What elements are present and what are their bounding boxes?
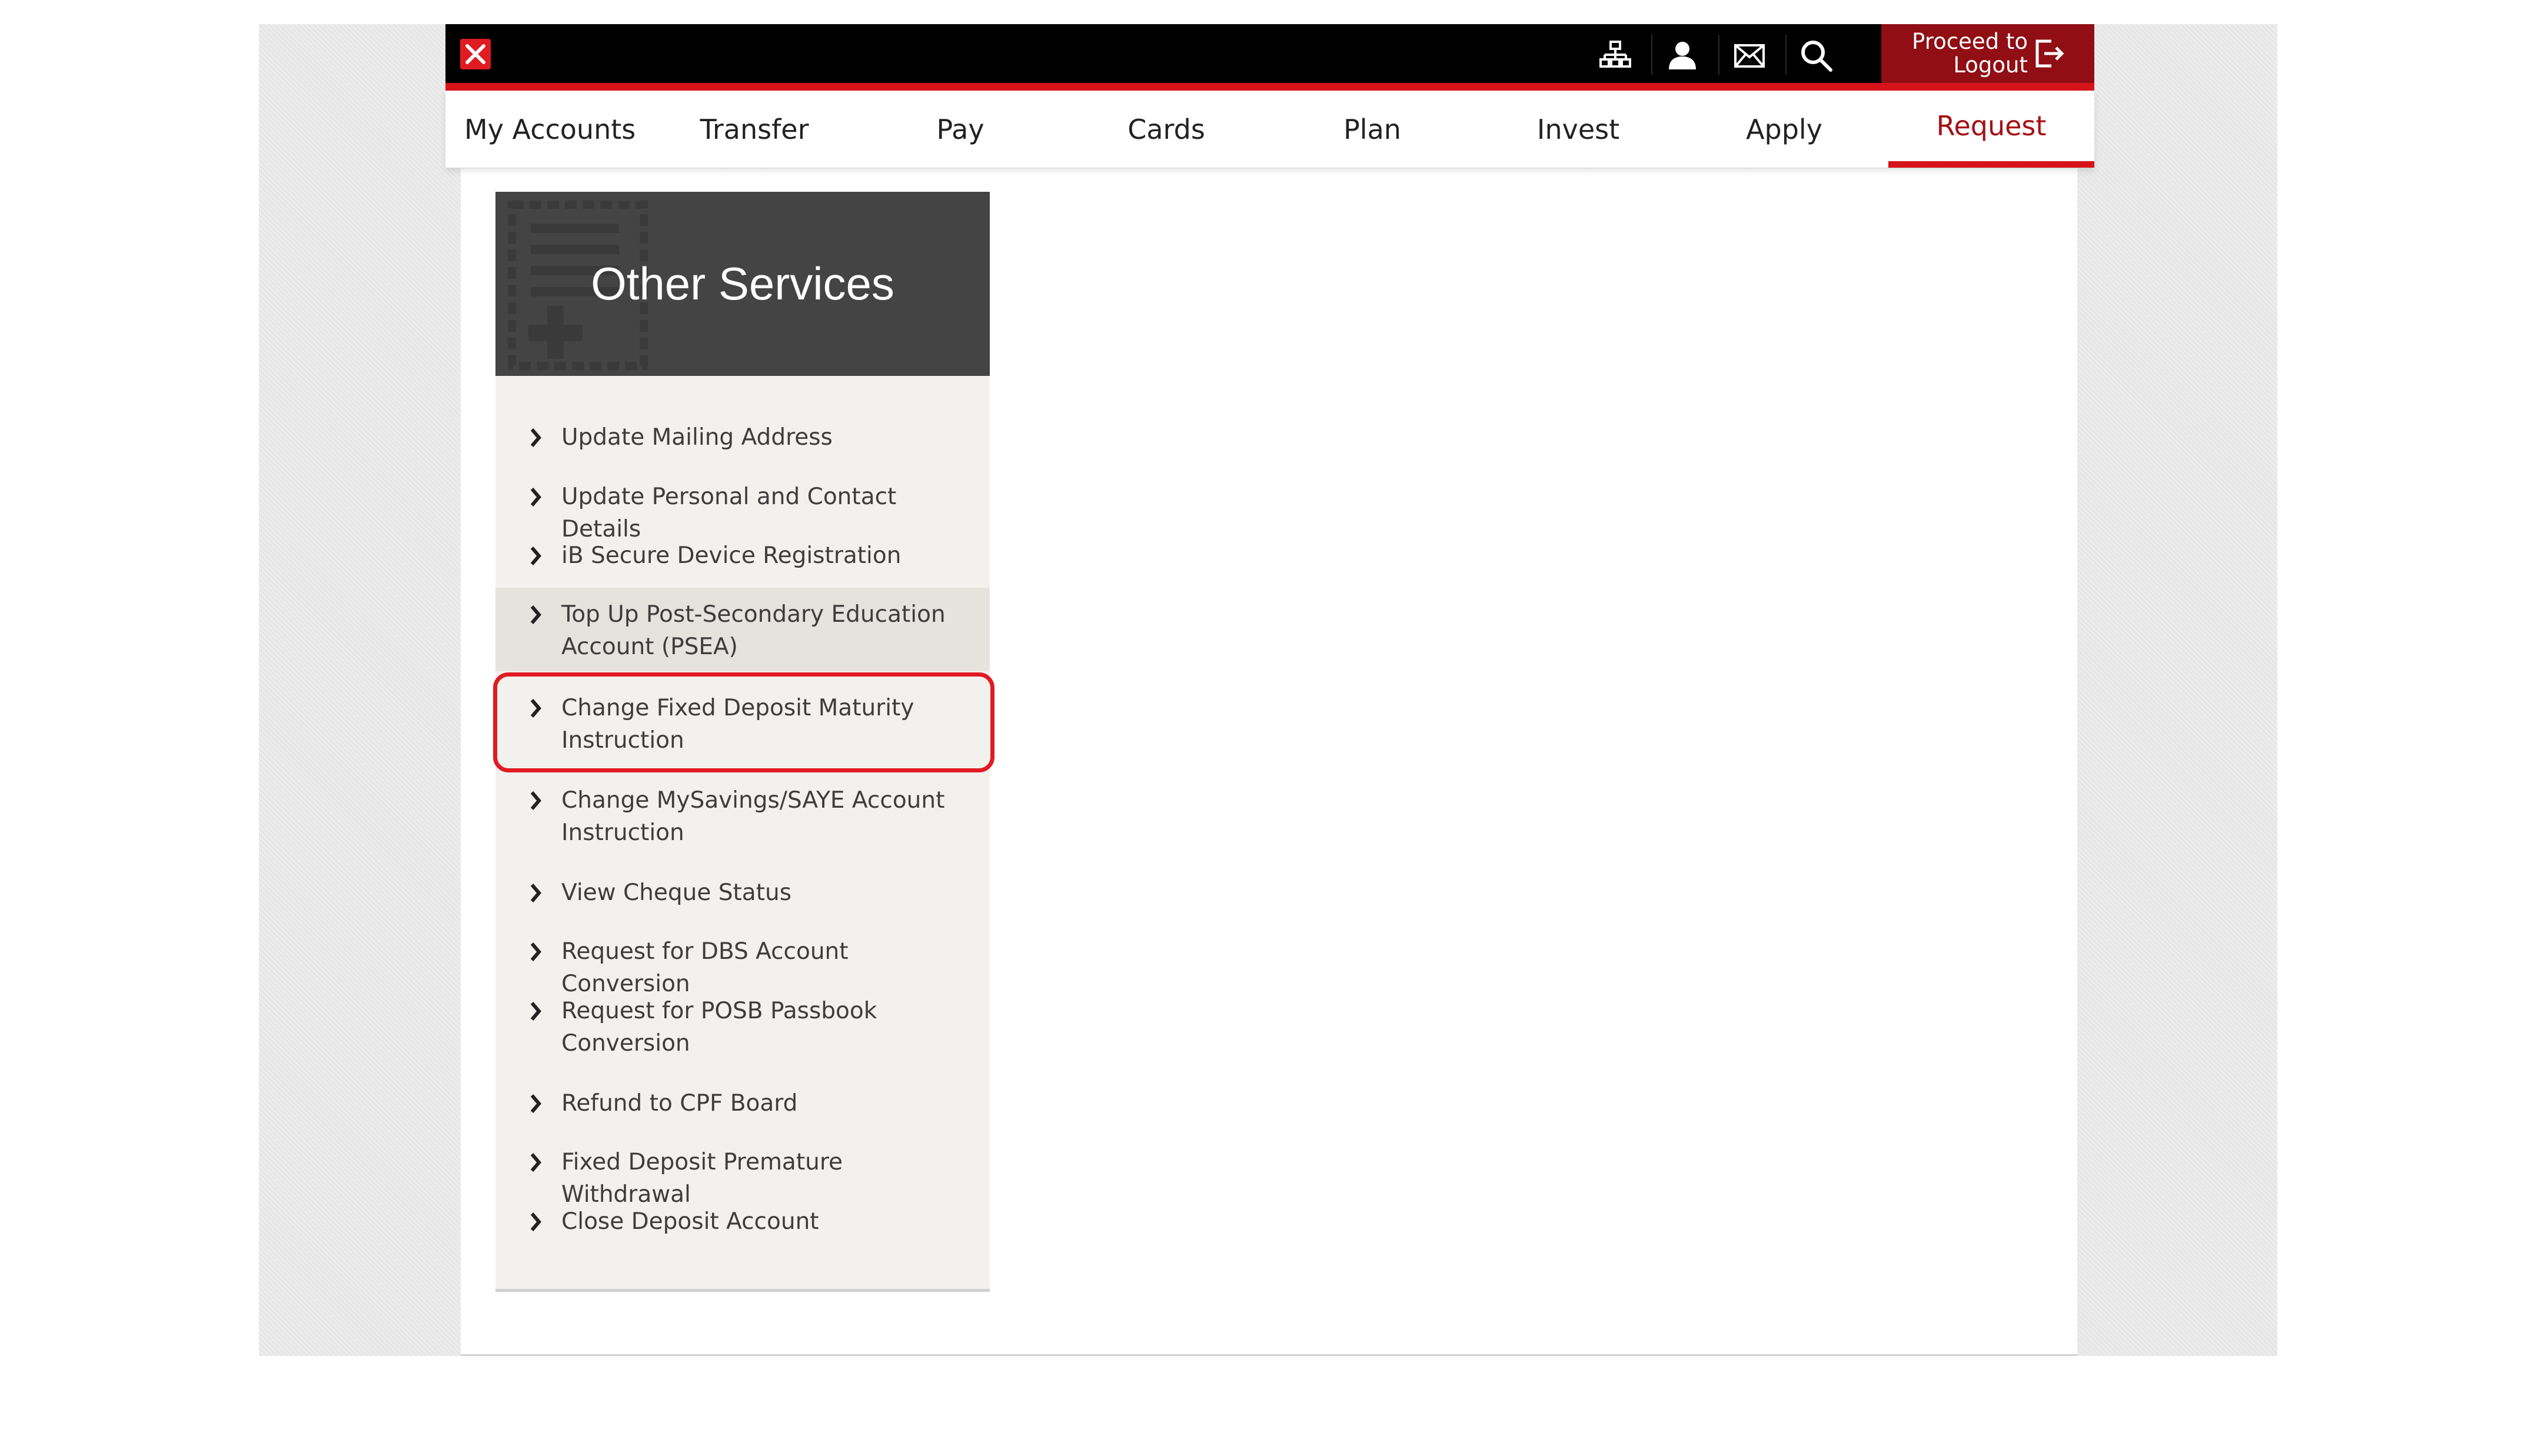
- chevron-right-icon: [530, 1002, 541, 1021]
- nav-pay[interactable]: Pay: [857, 91, 1063, 168]
- menu-item-label: Update Mailing Address: [561, 424, 833, 451]
- logout-button[interactable]: Proceed to Logout: [1881, 24, 2094, 83]
- menu-item-posb-passbook-conversion[interactable]: Request for POSB Passbook Conversion: [495, 995, 990, 1059]
- header-separator: [1718, 35, 1719, 75]
- menu-item-refund-cpf[interactable]: Refund to CPF Board: [495, 1087, 990, 1120]
- mail-icon[interactable]: [1731, 37, 1768, 75]
- menu-item-label: Fixed Deposit Premature Withdrawal: [561, 1149, 843, 1208]
- chevron-right-icon: [530, 1153, 541, 1172]
- menu-item-update-mailing-address[interactable]: Update Mailing Address: [495, 421, 990, 454]
- main-navigation: My Accounts Transfer Pay Cards Plan Inve…: [445, 91, 2094, 168]
- nav-invest[interactable]: Invest: [1475, 91, 1681, 168]
- menu-item-update-personal-contact[interactable]: Update Personal and Contact Details: [495, 481, 990, 545]
- menu-item-top-up-psea[interactable]: Top Up Post-Secondary Education Account …: [495, 588, 990, 671]
- menu-item-ib-secure-device[interactable]: iB Secure Device Registration: [495, 539, 990, 572]
- logout-icon: [2035, 39, 2064, 68]
- menu-item-label: Request for DBS Account Conversion: [561, 938, 849, 997]
- menu-item-label: View Cheque Status: [561, 879, 792, 906]
- menu-item-change-mysavings-saye[interactable]: Change MySavings/SAYE Account Instructio…: [495, 784, 990, 849]
- posb-logo-icon[interactable]: [458, 37, 493, 71]
- chevron-right-icon: [530, 884, 541, 902]
- chevron-right-icon: [530, 1094, 541, 1113]
- menu-item-view-cheque-status[interactable]: View Cheque Status: [495, 877, 990, 909]
- other-services-sidebar: Other Services Update Mailing Address Up…: [495, 192, 990, 1292]
- chevron-right-icon: [530, 605, 541, 624]
- sitemap-icon[interactable]: [1596, 37, 1634, 75]
- menu-item-label: Close Deposit Account: [561, 1208, 819, 1235]
- menu-item-close-deposit-account[interactable]: Close Deposit Account: [495, 1205, 990, 1238]
- chevron-right-icon: [530, 1212, 541, 1231]
- nav-request[interactable]: Request: [1888, 91, 2094, 168]
- menu-item-dbs-account-conversion[interactable]: Request for DBS Account Conversion: [495, 935, 990, 1000]
- nav-plan[interactable]: Plan: [1269, 91, 1475, 168]
- sidebar-header: Other Services: [495, 192, 990, 376]
- menu-item-label: Change Fixed Deposit Maturity Instructio…: [561, 695, 914, 754]
- menu-item-label: Change MySavings/SAYE Account Instructio…: [561, 787, 945, 846]
- header-separator: [1785, 35, 1787, 75]
- user-icon[interactable]: [1664, 37, 1701, 75]
- menu-item-fd-premature-withdrawal[interactable]: Fixed Deposit Premature Withdrawal: [495, 1146, 990, 1211]
- header-bar: Proceed to Logout: [445, 24, 2094, 91]
- logout-label: Proceed to Logout: [1912, 29, 2028, 78]
- chevron-right-icon: [530, 791, 541, 810]
- chevron-right-icon: [530, 942, 541, 961]
- nav-cards[interactable]: Cards: [1063, 91, 1269, 168]
- menu-item-label: Top Up Post-Secondary Education Account …: [561, 601, 946, 660]
- nav-apply[interactable]: Apply: [1681, 91, 1887, 168]
- chevron-right-icon: [530, 547, 541, 565]
- menu-item-label: Update Personal and Contact Details: [561, 484, 897, 542]
- menu-item-label: iB Secure Device Registration: [561, 542, 902, 569]
- chevron-right-icon: [530, 488, 541, 507]
- menu-item-label: Refund to CPF Board: [561, 1090, 798, 1117]
- nav-transfer[interactable]: Transfer: [651, 91, 857, 168]
- search-icon[interactable]: [1798, 37, 1835, 75]
- menu-item-change-fd-maturity[interactable]: Change Fixed Deposit Maturity Instructio…: [495, 692, 990, 757]
- chevron-right-icon: [530, 699, 541, 718]
- chevron-right-icon: [530, 428, 541, 447]
- header-separator: [1651, 35, 1652, 75]
- sidebar-title: Other Services: [591, 258, 894, 309]
- menu-item-label: Request for POSB Passbook Conversion: [561, 998, 877, 1057]
- nav-my-accounts[interactable]: My Accounts: [445, 91, 651, 168]
